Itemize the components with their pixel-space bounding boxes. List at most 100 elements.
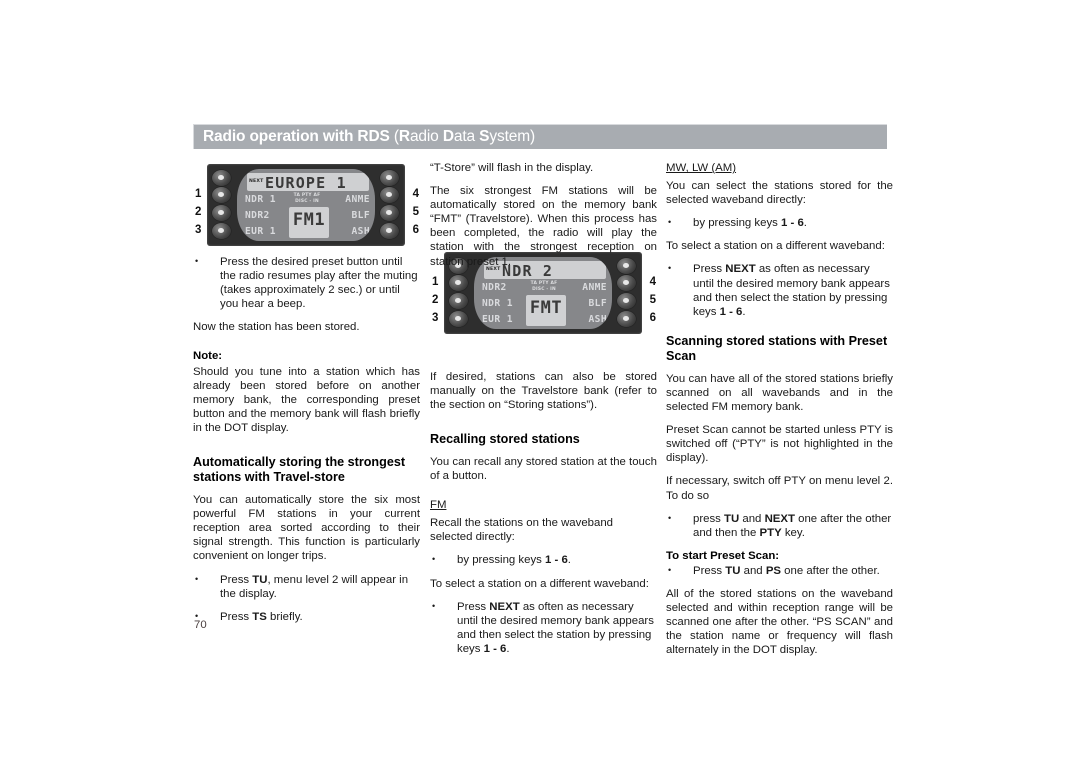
key-range-1-6-b: 1 - 6 xyxy=(483,642,507,655)
lcd-main-line: NEXT EUROPE 1 xyxy=(247,173,369,192)
recall-intro-text: You can recall any stored station at the… xyxy=(430,455,657,483)
bullet-keys-post: . xyxy=(567,554,571,567)
list-item: press TU and NEXT one after the other an… xyxy=(666,511,893,540)
preset-button-icon-3 xyxy=(212,223,231,239)
radio-bezel: NEXT EUROPE 1 NDR 1 NDR2 EUR 1 TA PTY AF… xyxy=(207,164,405,246)
manual-store-text: If desired, stations can also be stored … xyxy=(430,370,657,411)
start-preset-scan-label: To start Preset Scan: xyxy=(666,549,780,562)
lcd-preset-right-4: ANME xyxy=(345,194,370,205)
different-waveband-text: To select a station on a different waveb… xyxy=(430,577,649,590)
scan-outro-text: All of the stored stations on the waveba… xyxy=(666,587,893,657)
bullet-keys-pre-c3: by pressing keys xyxy=(693,217,781,230)
stored-confirmation-text: Now the station has been stored. xyxy=(193,321,360,334)
bullet-list-start-scan: Press TU and PS one after the other. xyxy=(666,563,893,578)
subhead-fm: FM xyxy=(430,499,447,512)
preset-button-icon-4 xyxy=(380,187,399,203)
bullet-list-fm-keys: by pressing keys 1 - 6. xyxy=(430,552,657,567)
preset-button-icon-2 xyxy=(212,205,231,221)
lcd-preset-right-5: BLF xyxy=(351,210,370,221)
key-range-1-6-c3: 1 - 6 xyxy=(781,217,804,230)
travelstore-intro-text: You can automatically store the six most… xyxy=(193,494,420,563)
preset-number-2-left: 2 xyxy=(195,206,202,218)
bullet-tu-pre: Press xyxy=(220,573,253,586)
key-ts: TS xyxy=(252,610,267,623)
bullet-start-post: one after the other. xyxy=(781,564,880,577)
preset-number-3-left: 3 xyxy=(195,224,202,236)
page-title-r: R xyxy=(398,128,410,145)
bullet-next-pre-c3: Press xyxy=(693,263,726,276)
page-title-s: S xyxy=(479,128,490,145)
lcd-indicator-line-2: DISC - IN xyxy=(295,199,319,204)
page-title-d: D xyxy=(442,128,454,145)
preset-number-6-right: 6 xyxy=(412,224,419,236)
key-tu: TU xyxy=(252,573,268,586)
lcd-left-preset-list: NDR 1 NDR2 EUR 1 xyxy=(245,192,289,240)
bullet-pty-post: key. xyxy=(781,526,805,539)
lcd-preset-left-3: EUR 1 xyxy=(245,226,276,237)
key-next: NEXT xyxy=(489,600,520,613)
bullet-start-pre: Press xyxy=(693,564,726,577)
document-page: Radio operation with RDS (Radio Data Sys… xyxy=(0,0,1080,763)
mwlw-intro-text: You can select the stations stored for t… xyxy=(666,180,893,207)
bullet-pty-pre: press xyxy=(693,512,725,525)
scan-menu-text: If necessary, switch off PTY on menu lev… xyxy=(666,475,893,502)
lcd-right-preset-list: ANME BLF ASH xyxy=(330,192,370,240)
key-ps: PS xyxy=(765,564,782,577)
scan-intro-text: You can have all of the stored stations … xyxy=(666,372,893,414)
preset-button-column-left xyxy=(211,169,233,241)
bullet-list-switch-off-pty: press TU and NEXT one after the other an… xyxy=(666,511,893,540)
six-strongest-text: The six strongest FM stations will be au… xyxy=(430,185,657,268)
lcd-preset-left-1: NDR 1 xyxy=(245,194,276,205)
list-item: Press TS briefly. xyxy=(193,609,420,624)
different-waveband-text-c3: To select a station on a different waveb… xyxy=(666,240,885,253)
bullet-next-pre: Press xyxy=(457,600,490,613)
lcd-status-indicators: TA PTY AF DISC - IN xyxy=(287,193,327,204)
text-column-2: “T-Store” will flash in the display. The… xyxy=(430,161,657,665)
lcd-preset-left-2: NDR2 xyxy=(245,210,270,221)
bullet-list-mwlw-keys: by pressing keys 1 - 6. xyxy=(666,215,893,230)
bullet-list-travelstore-steps: Press TU, menu level 2 will appear in th… xyxy=(193,571,420,601)
preset-button-column-right xyxy=(379,169,401,241)
text-column-3: MW, LW (AM) You can select the stations … xyxy=(666,161,893,666)
bullet-list-next-key-c3: Press NEXT as often as necessary until t… xyxy=(666,261,893,318)
lcd-indicator-line-1: TA PTY AF xyxy=(293,193,321,198)
preset-number-5-right: 5 xyxy=(412,206,419,218)
bullet-keys-post-c3: . xyxy=(803,217,807,230)
lcd-waveband-box: FM1 xyxy=(289,207,329,238)
lcd-next-label: NEXT xyxy=(249,179,264,184)
key-next-c3: NEXT xyxy=(725,263,756,276)
preset-number-1-left: 1 xyxy=(195,188,202,200)
text-column-1: Press the desired preset button until th… xyxy=(193,254,420,633)
bullet-pty-mid: and xyxy=(739,512,765,525)
subhead-mw-lw-am: MW, LW (AM) xyxy=(666,162,737,174)
page-number: 70 xyxy=(194,619,207,631)
bullet-ts-pre: Press xyxy=(220,610,253,623)
lcd-screen: NEXT EUROPE 1 NDR 1 NDR2 EUR 1 TA PTY AF… xyxy=(237,169,375,241)
key-tu-c3: TU xyxy=(724,512,740,525)
tstore-flash-text: “T-Store” will flash in the display. xyxy=(430,162,594,174)
note-text: Should you tune into a station which has… xyxy=(193,365,420,434)
list-item: Press NEXT as often as necessary until t… xyxy=(666,261,893,318)
note-label: Note: xyxy=(193,350,223,363)
bullet-next-post-c3: . xyxy=(742,305,746,318)
page-title-main: Radio operation with RDS xyxy=(203,128,390,145)
fm-recall-text: Recall the stations on the waveband sele… xyxy=(430,517,614,544)
radio-unit-figure-1: 1 2 3 4 5 6 NEXT EUROPE 1 NDR 1 NDR2 EUR… xyxy=(193,162,420,248)
heading-preset-scan: Scanning stored stations with Preset Sca… xyxy=(666,333,888,363)
key-range-1-6: 1 - 6 xyxy=(545,554,568,567)
list-item: Press the desired preset button until th… xyxy=(193,254,420,311)
list-item: Press TU, menu level 2 will appear in th… xyxy=(193,571,420,601)
preset-button-icon-top-left xyxy=(212,170,231,186)
bullet-keys-pre: by pressing keys xyxy=(457,554,545,567)
key-next-pty: NEXT xyxy=(764,512,795,525)
list-item: by pressing keys 1 - 6. xyxy=(666,215,893,230)
heading-recalling-stored-stations: Recalling stored stations xyxy=(430,431,580,446)
heading-travelstore: Automatically storing the strongest stat… xyxy=(193,455,406,485)
bullet-ts-post: briefly. xyxy=(266,610,303,623)
key-pty: PTY xyxy=(759,526,782,539)
page-title: Radio operation with RDS (Radio Data Sys… xyxy=(203,128,535,145)
bullet-list-press-preset: Press the desired preset button until th… xyxy=(193,254,420,311)
bullet-start-mid: and xyxy=(740,564,766,577)
bullet-list-next-key: Press NEXT as often as necessary until t… xyxy=(430,599,657,656)
preset-button-icon-1 xyxy=(212,187,231,203)
